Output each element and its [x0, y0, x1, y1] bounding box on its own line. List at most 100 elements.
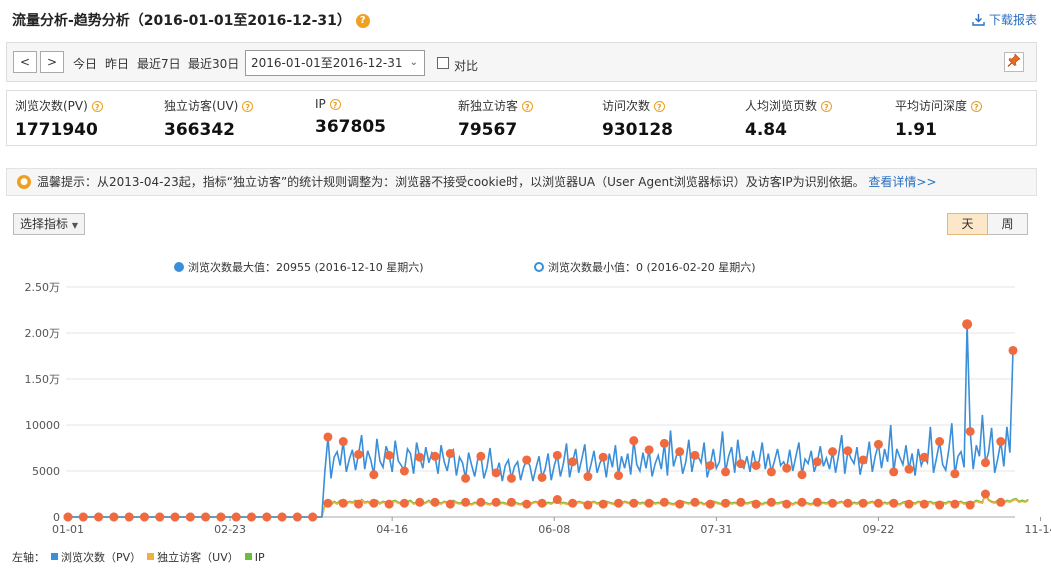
- download-icon: [972, 14, 985, 26]
- pv-point: [354, 449, 364, 459]
- uv-point: [262, 512, 272, 522]
- question-icon[interactable]: ?: [329, 99, 341, 110]
- uv-point: [950, 499, 960, 509]
- pv-point: [690, 450, 700, 460]
- pv-point: [598, 452, 608, 462]
- question-icon[interactable]: ?: [242, 101, 254, 112]
- question-icon[interactable]: ?: [355, 14, 370, 28]
- uv-point: [583, 500, 593, 510]
- uv-point: [965, 500, 975, 510]
- axis-legend-prefix: 左轴：: [12, 551, 45, 564]
- pv-point: [858, 455, 868, 465]
- uv-point: [354, 499, 364, 509]
- pv-point: [369, 470, 379, 480]
- pv-point: [950, 469, 960, 479]
- uv-point: [675, 499, 685, 509]
- uv-point: [889, 498, 899, 508]
- uv-point: [537, 498, 547, 508]
- uv-point: [873, 498, 883, 508]
- uv-point: [843, 498, 853, 508]
- metric-label: 独立访客(UV): [164, 99, 239, 113]
- x-tick-label: 01-01: [52, 523, 84, 536]
- uv-point: [522, 499, 532, 509]
- metric-label: IP: [315, 97, 326, 111]
- pv-point: [812, 457, 822, 467]
- quick-range-30days[interactable]: 最近30日: [188, 55, 239, 72]
- series-ip-line: [68, 490, 1029, 518]
- metric-value: 79567: [458, 120, 518, 140]
- series-pv-line: [68, 324, 1014, 518]
- metric-label: 新独立访客: [458, 99, 519, 113]
- question-icon[interactable]: ?: [820, 101, 832, 112]
- date-toolbar: < > 今日 昨日 最近7日 最近30日 2016-01-01至2016-12-…: [6, 42, 1037, 82]
- question-icon[interactable]: ?: [653, 101, 665, 112]
- uv-point: [812, 497, 822, 507]
- pin-button[interactable]: [1004, 52, 1024, 72]
- lock-icon: ●: [17, 175, 31, 189]
- prev-button[interactable]: <: [13, 51, 37, 73]
- uv-point: [201, 512, 211, 522]
- compare-checkbox[interactable]: [437, 57, 449, 69]
- uv-point: [659, 497, 669, 507]
- pv-point: [996, 437, 1006, 447]
- pv-point: [1008, 345, 1018, 355]
- x-tick-label: 09-22: [862, 523, 894, 536]
- legend-item-uv[interactable]: 独立访客（UV）: [157, 551, 239, 564]
- pv-point: [583, 472, 593, 482]
- uv-point: [919, 499, 929, 509]
- pv-swatch: [51, 553, 58, 560]
- quick-range-yesterday[interactable]: 昨日: [105, 55, 129, 72]
- uv-point: [323, 498, 333, 508]
- pv-point: [338, 437, 348, 447]
- uv-point: [139, 512, 149, 522]
- pv-point: [828, 447, 838, 457]
- uv-point: [996, 497, 1006, 507]
- trend-chart: 05000100001.50万2.00万2.50万01-01 02-23 04-16…: [25, 281, 1051, 536]
- pv-point: [919, 452, 929, 462]
- pv-point: [736, 459, 746, 469]
- pv-point: [506, 473, 516, 483]
- uv-point: [109, 512, 119, 522]
- page-title: 流量分析-趋势分析（2016-01-01至2016-12-31） ?: [12, 10, 370, 30]
- question-icon[interactable]: ?: [970, 101, 982, 112]
- pv-point: [873, 439, 883, 449]
- pv-point: [568, 457, 578, 467]
- download-label: 下载报表: [988, 13, 1037, 27]
- uv-point: [613, 498, 623, 508]
- x-tick-label: 02-23: [214, 523, 246, 536]
- metric-value: 366342: [164, 120, 235, 140]
- page-title-text: 流量分析-趋势分析（2016-01-01至2016-12-31）: [12, 13, 351, 29]
- legend-item-pv[interactable]: 浏览次数（PV）: [61, 551, 141, 564]
- caret-down-icon: ▼: [71, 221, 78, 230]
- granularity-week-button[interactable]: 周: [987, 213, 1028, 235]
- next-button[interactable]: >: [40, 51, 64, 73]
- pv-point: [399, 466, 409, 476]
- x-tick-label: 04-16: [376, 523, 408, 536]
- uv-point: [155, 512, 165, 522]
- metric-pages-per-user: 人均浏览页数 ? 4.84: [745, 97, 832, 140]
- question-icon[interactable]: ?: [521, 101, 533, 112]
- question-icon[interactable]: ?: [91, 101, 103, 112]
- quick-range-7days[interactable]: 最近7日: [137, 55, 181, 72]
- pv-point: [659, 438, 669, 448]
- legend-item-ip[interactable]: IP: [255, 551, 265, 564]
- uv-point: [736, 497, 746, 507]
- y-tick-label: 1.50万: [25, 373, 61, 386]
- date-range-select[interactable]: 2016-01-01至2016-12-31 ⌄: [245, 50, 425, 76]
- max-point: [962, 319, 973, 330]
- select-metric-dropdown[interactable]: 选择指标 ▼: [13, 213, 85, 235]
- pv-point: [843, 446, 853, 456]
- pv-point: [721, 467, 731, 477]
- x-tick-label: 06-08: [538, 523, 570, 536]
- compare-label: 对比: [454, 59, 479, 73]
- uv-point: [506, 497, 516, 507]
- uv-point: [797, 497, 807, 507]
- notice-details-link[interactable]: 查看详情>>: [868, 175, 936, 189]
- download-report-link[interactable]: 下载报表: [972, 11, 1037, 28]
- metric-visit-depth: 平均访问深度 ? 1.91: [895, 97, 982, 140]
- uv-point: [491, 497, 501, 507]
- granularity-day-button[interactable]: 天: [947, 213, 988, 235]
- notice-text: 温馨提示：从2013-04-23起，指标“独立访客”的统计规则调整为：浏览器不接…: [37, 175, 865, 189]
- quick-range-today[interactable]: 今日: [73, 55, 97, 72]
- x-tick-label: 11-14: [1025, 523, 1051, 536]
